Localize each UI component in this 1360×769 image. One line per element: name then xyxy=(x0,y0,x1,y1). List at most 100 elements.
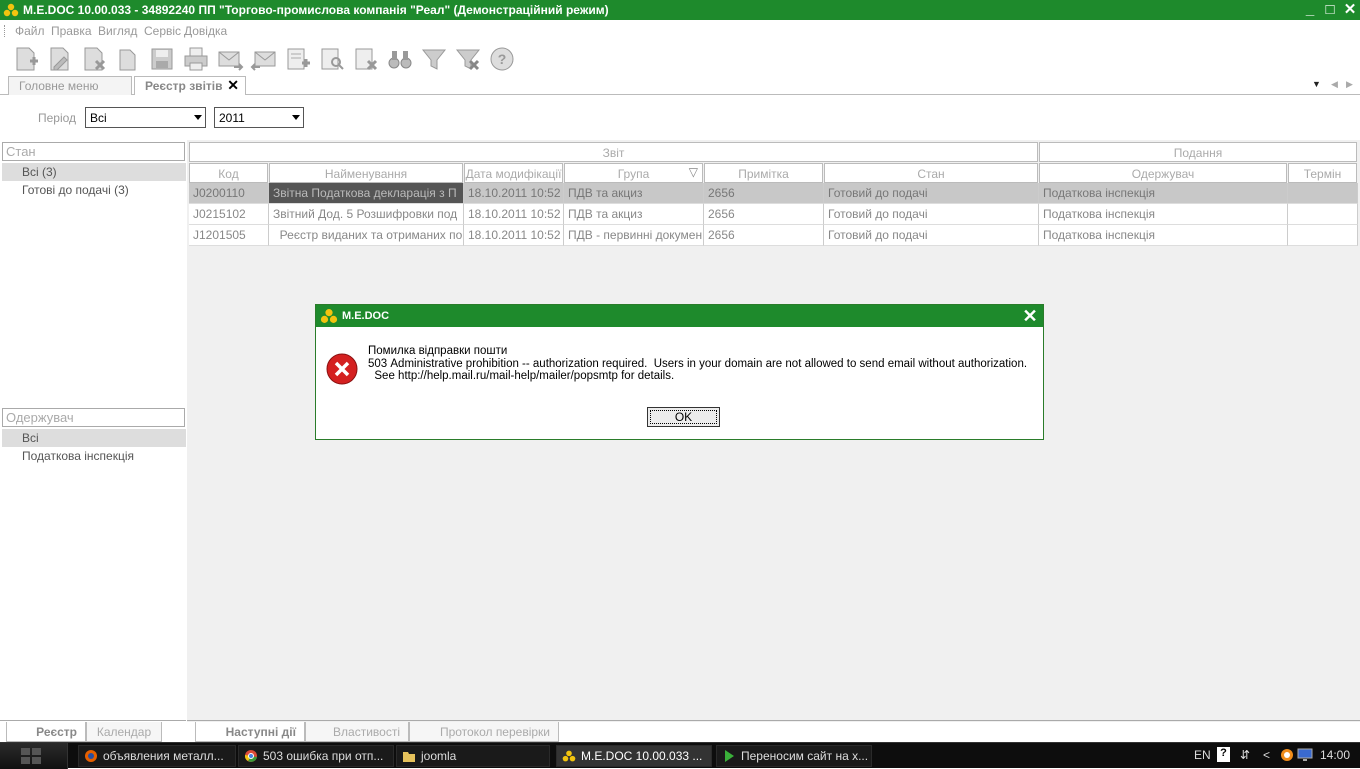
copy-document-icon[interactable] xyxy=(114,45,142,73)
close-icon[interactable]: ✕ xyxy=(1020,307,1040,325)
minimize-button[interactable]: _ xyxy=(1300,1,1320,19)
cell-deadline xyxy=(1288,204,1358,225)
language-indicator[interactable]: EN xyxy=(1194,748,1211,762)
tabs-scroll-left-icon[interactable]: ◀ xyxy=(1331,79,1338,90)
menu-file[interactable]: Файл xyxy=(15,24,45,38)
cell-recipient: Податкова інспекція xyxy=(1039,225,1288,246)
cell-name: Реєстр виданих та отриманих по xyxy=(269,225,464,246)
print-icon[interactable] xyxy=(182,45,210,73)
cell-name: Звітна Податкова декларація з П xyxy=(269,183,464,204)
col-header-group[interactable]: Група ▽ xyxy=(564,163,703,183)
tab-label: Головне меню xyxy=(19,79,99,93)
windows-logo-icon xyxy=(21,748,41,764)
help-icon[interactable]: ? xyxy=(488,45,516,73)
tab-calendar[interactable]: Календар xyxy=(86,722,162,742)
tabs-dropdown-icon[interactable]: ▼ xyxy=(1312,79,1321,89)
tab-properties[interactable]: Властивості xyxy=(305,722,409,742)
cell-group: ПДВ та акциз xyxy=(564,204,704,225)
edit-document-icon[interactable] xyxy=(46,45,74,73)
menu-service[interactable]: Сервіс xyxy=(144,24,181,38)
network-icon[interactable]: ⇵ xyxy=(1240,748,1250,762)
medoc-logo-icon xyxy=(320,309,338,323)
taskbar-item-label: Переносим сайт на х... xyxy=(741,749,869,763)
tab-next-actions[interactable]: Наступні дії xyxy=(195,722,305,742)
delete-row-icon[interactable] xyxy=(352,45,380,73)
clock[interactable]: 14:00 xyxy=(1320,748,1350,762)
col-header-modified[interactable]: Дата модифікації xyxy=(464,163,563,183)
col-header-state[interactable]: Стан xyxy=(824,163,1038,183)
filter-icon[interactable] xyxy=(420,45,448,73)
chevron-down-icon xyxy=(194,115,202,120)
tab-check-protocol[interactable]: Протокол перевірки xyxy=(409,722,559,742)
new-document-icon[interactable] xyxy=(12,45,40,73)
menu-view[interactable]: Вигляд xyxy=(98,24,137,38)
cell-state: Готовий до подачі xyxy=(824,183,1039,204)
taskbar-item-joomla[interactable]: joomla xyxy=(396,745,550,767)
tab-main-menu[interactable]: Головне меню xyxy=(8,76,132,95)
col-header-code[interactable]: Код xyxy=(189,163,268,183)
cell-state: Готовий до подачі xyxy=(824,225,1039,246)
send-mail-icon[interactable] xyxy=(216,45,244,73)
browser-tray-icon[interactable] xyxy=(1280,748,1294,762)
play-icon xyxy=(725,750,734,762)
firefox-icon xyxy=(85,750,97,762)
error-dialog: M.E.DOC ✕ Помилка відправки пошти 503 Ad… xyxy=(315,304,1044,440)
taskbar: объявления металл... 503 ошибка при отп.… xyxy=(0,742,1360,769)
taskbar-item-media[interactable]: Переносим сайт на х... xyxy=(716,745,872,767)
monitor-icon[interactable] xyxy=(1297,748,1313,762)
close-tab-icon[interactable]: ✕ xyxy=(227,77,239,94)
year-select[interactable]: 2011 xyxy=(214,107,304,128)
menu-edit[interactable]: Правка xyxy=(51,24,92,38)
medoc-logo-icon xyxy=(562,750,576,762)
close-window-button[interactable]: ✕ xyxy=(1340,1,1360,19)
taskbar-item-medoc[interactable]: M.E.DOC 10.00.033 ... xyxy=(556,745,712,767)
state-item-all[interactable]: Всі (3) xyxy=(2,163,186,181)
cell-deadline xyxy=(1288,225,1358,246)
state-item-ready[interactable]: Готові до подачі (3) xyxy=(2,181,186,199)
taskbar-item-label: объявления металл... xyxy=(103,749,224,763)
period-select-value: Всі xyxy=(90,111,107,125)
taskbar-item-label: joomla xyxy=(421,749,457,763)
save-icon[interactable] xyxy=(148,45,176,73)
cell-note: 2656 xyxy=(704,183,824,204)
cell-state: Готовий до подачі xyxy=(824,204,1039,225)
taskbar-item-label: 503 ошибка при отп... xyxy=(263,749,384,763)
menu-help[interactable]: Довідка xyxy=(184,24,227,38)
clear-filter-icon[interactable] xyxy=(454,45,482,73)
tab-report-registry[interactable]: Реєстр звітів ✕ xyxy=(134,76,246,95)
svg-text:?: ? xyxy=(498,51,507,67)
menu-bar: Файл Правка Вигляд Сервіс Довідка xyxy=(0,21,1360,41)
cell-recipient: Податкова інспекція xyxy=(1039,183,1288,204)
receive-mail-icon[interactable] xyxy=(250,45,278,73)
add-row-icon[interactable] xyxy=(284,45,312,73)
maximize-button[interactable]: □ xyxy=(1320,1,1340,19)
tab-label: Реєстр звітів xyxy=(145,79,223,93)
taskbar-item-chrome[interactable]: 503 ошибка при отп... xyxy=(238,745,394,767)
tab-registry[interactable]: Реєстр xyxy=(6,722,86,742)
taskbar-item-label: M.E.DOC 10.00.033 ... xyxy=(581,749,703,763)
cell-modified: 18.10.2011 10:52 xyxy=(464,225,564,246)
period-select[interactable]: Всі xyxy=(85,107,206,128)
search-document-icon[interactable] xyxy=(318,45,346,73)
taskbar-item-firefox[interactable]: объявления металл... xyxy=(78,745,236,767)
recipient-item-tax[interactable]: Податкова інспекція xyxy=(2,447,186,465)
col-header-deadline[interactable]: Термін xyxy=(1288,163,1357,183)
cell-group: ПДВ - первинні докумен xyxy=(564,225,704,246)
find-binoculars-icon[interactable] xyxy=(386,45,414,73)
cell-code: J0215102 xyxy=(189,204,269,225)
bottom-tabs-right: Наступні дії Властивості Протокол переві… xyxy=(187,720,1360,742)
filter-icon[interactable]: ▽ xyxy=(689,165,698,179)
col-header-note[interactable]: Примітка xyxy=(704,163,823,183)
start-button[interactable] xyxy=(0,743,68,769)
period-label: Період xyxy=(38,111,77,125)
col-header-name[interactable]: Найменування xyxy=(269,163,463,183)
col-header-recipient[interactable]: Одержувач xyxy=(1039,163,1287,183)
tabs-scroll-right-icon[interactable]: ▶ xyxy=(1346,79,1353,90)
show-hidden-icons-icon[interactable]: < xyxy=(1263,748,1270,762)
ok-button[interactable]: OK xyxy=(647,407,720,427)
help-icon[interactable]: ? xyxy=(1217,747,1230,762)
cell-note: 2656 xyxy=(704,225,824,246)
recipient-item-all[interactable]: Всі xyxy=(2,429,186,447)
delete-document-icon[interactable] xyxy=(80,45,108,73)
error-icon xyxy=(326,353,358,385)
